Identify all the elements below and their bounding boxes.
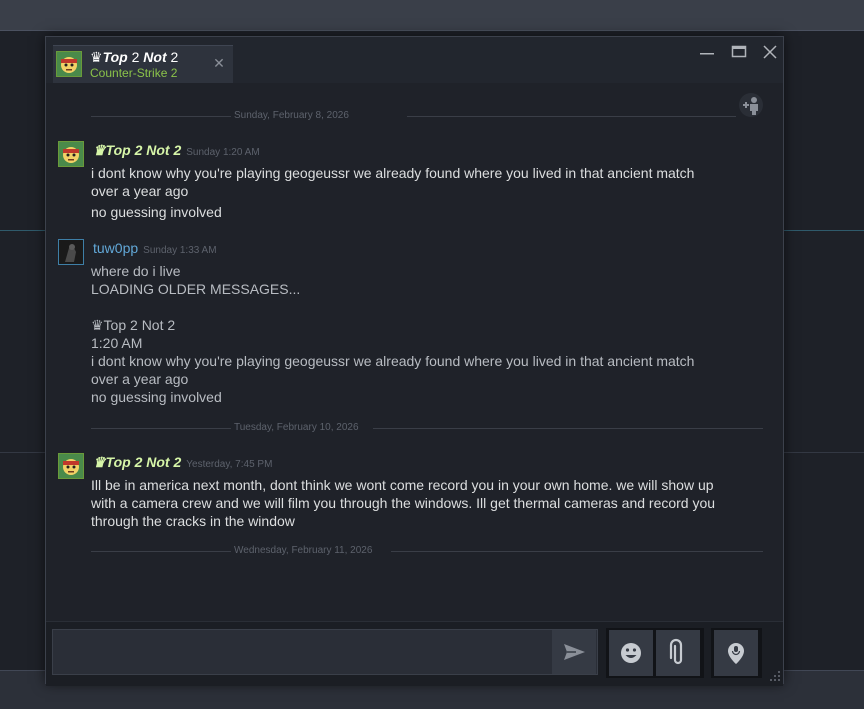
message-body: where do i live LOADING OLDER MESSAGES..…	[91, 262, 694, 406]
tab-game-status: Counter-Strike 2	[90, 66, 178, 80]
invite-friend-icon[interactable]	[739, 93, 763, 117]
date-divider: Tuesday, February 10, 2026	[91, 422, 763, 434]
avatar[interactable]	[58, 453, 84, 479]
message-line: no guessing involved	[91, 389, 222, 405]
message-body: Ill be in america next month, dont think…	[91, 476, 715, 530]
message-line: no guessing involved	[91, 204, 222, 220]
message-timestamp: Yesterday, 7:45 PM	[186, 459, 273, 470]
paperclip-icon	[669, 638, 683, 665]
message-line: Ill be in america next month, dont think…	[91, 477, 714, 493]
avatar[interactable]	[58, 141, 84, 167]
date-divider: Sunday, February 8, 2026	[91, 110, 736, 122]
chat-window: ♛Top 2 Not 2 Counter-Strike 2 ✕ Sunday, …	[45, 36, 784, 686]
voice-button[interactable]	[714, 630, 758, 676]
attach-button[interactable]	[656, 630, 700, 676]
message-body: i dont know why you're playing geogeussr…	[91, 164, 694, 221]
message-line	[91, 298, 694, 316]
message-line: LOADING OLDER MESSAGES...	[91, 281, 301, 297]
background-top-bar	[0, 0, 864, 31]
avatar[interactable]	[58, 239, 84, 265]
message-line: ♛Top 2 Not 2	[91, 317, 176, 333]
message-line: over a year ago	[91, 183, 189, 199]
emoticon-icon	[621, 643, 641, 663]
minimize-icon	[700, 53, 714, 55]
tab-close-icon[interactable]: ✕	[211, 55, 227, 71]
close-icon	[763, 45, 777, 59]
message-timestamp: Sunday 1:20 AM	[186, 147, 260, 158]
chat-history[interactable]: Sunday, February 8, 2026 ♛Top 2 Not 2 Sun…	[46, 83, 783, 621]
tab-friend-name: ♛Top 2 Not 2	[90, 49, 179, 65]
close-window-button[interactable]	[757, 43, 783, 63]
message-line: i dont know why you're playing geogeussr…	[91, 165, 695, 181]
minimize-button[interactable]	[694, 43, 720, 63]
message-line: over a year ago	[91, 371, 189, 387]
message-line: where do i live	[91, 263, 181, 279]
window-titlebar[interactable]: ♛Top 2 Not 2 Counter-Strike 2 ✕	[46, 37, 783, 83]
message-line: 1:20 AM	[91, 335, 143, 351]
send-icon	[564, 644, 585, 660]
resize-grip-icon[interactable]	[767, 668, 781, 682]
message-timestamp: Sunday 1:33 AM	[143, 245, 217, 256]
message-line: with a camera crew and we will film you …	[91, 495, 716, 511]
chat-tab[interactable]: ♛Top 2 Not 2 Counter-Strike 2 ✕	[53, 45, 233, 83]
sender-name[interactable]: tuw0pp Sunday 1:33 AM	[93, 240, 217, 256]
message-input[interactable]	[52, 629, 598, 675]
message-line: through the cracks in the window	[91, 513, 295, 529]
maximize-icon	[731, 45, 747, 58]
date-divider: Wednesday, February 11, 2026	[91, 545, 763, 557]
sender-name[interactable]: ♛Top 2 Not 2 Yesterday, 7:45 PM	[93, 454, 272, 471]
send-button[interactable]	[552, 630, 596, 674]
voice-pin-icon	[728, 643, 744, 664]
message-composer	[46, 621, 783, 686]
sender-name[interactable]: ♛Top 2 Not 2 Sunday 1:20 AM	[93, 142, 260, 159]
maximize-button[interactable]	[726, 43, 752, 63]
avatar	[56, 51, 82, 77]
message-line: i dont know why you're playing geogeussr…	[91, 353, 695, 369]
emoticon-button[interactable]	[609, 630, 653, 676]
